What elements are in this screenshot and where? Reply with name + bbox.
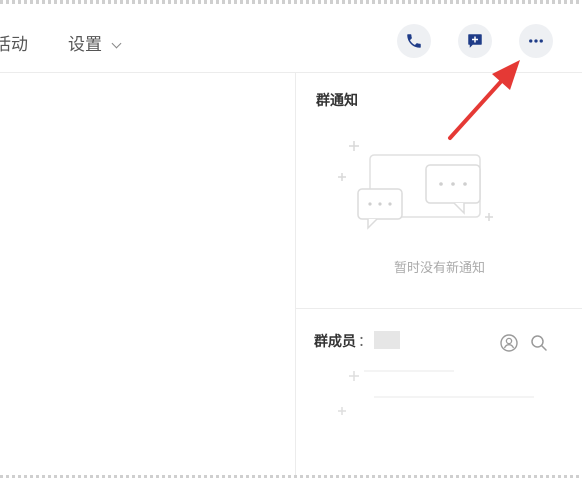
group-members-title: 群成员： — [314, 331, 400, 351]
member-list-placeholder — [338, 370, 534, 415]
search-icon[interactable] — [529, 333, 549, 353]
phone-icon — [407, 34, 421, 48]
tab-activity-label: 活动 — [0, 35, 28, 55]
chat-message-area[interactable] — [0, 73, 294, 475]
group-notice-title: 群通知 — [316, 93, 358, 109]
group-side-panel: 群通知 暂时没有新通知 群成员 ： — [295, 73, 582, 475]
chevron-down-icon — [111, 38, 122, 49]
message-add-icon — [468, 34, 482, 48]
group-members-section: 群成员： — [296, 309, 582, 475]
new-message-button[interactable] — [458, 24, 492, 58]
group-members-label: 群成员 — [314, 334, 356, 350]
tab-settings[interactable]: 设置 — [68, 30, 122, 55]
chat-window: 活动 设置 群通知 暂时没有新通知 群成员 ： — [0, 0, 582, 478]
empty-notice-illustration — [338, 141, 493, 230]
tab-settings-label: 设置 — [68, 35, 102, 55]
empty-notice-text: 暂时没有新通知 — [393, 261, 485, 276]
chat-header: 活动 设置 — [0, 4, 582, 73]
more-horizontal-icon — [529, 39, 543, 43]
tab-activity[interactable]: 活动 — [0, 30, 28, 55]
add-member-icon[interactable] — [499, 333, 519, 353]
more-options-button[interactable] — [519, 24, 553, 58]
group-notice-section: 群通知 暂时没有新通知 — [296, 73, 582, 309]
members-count-separator: ： — [358, 334, 372, 350]
voice-call-button[interactable] — [397, 24, 431, 58]
members-count-redacted — [374, 331, 400, 349]
